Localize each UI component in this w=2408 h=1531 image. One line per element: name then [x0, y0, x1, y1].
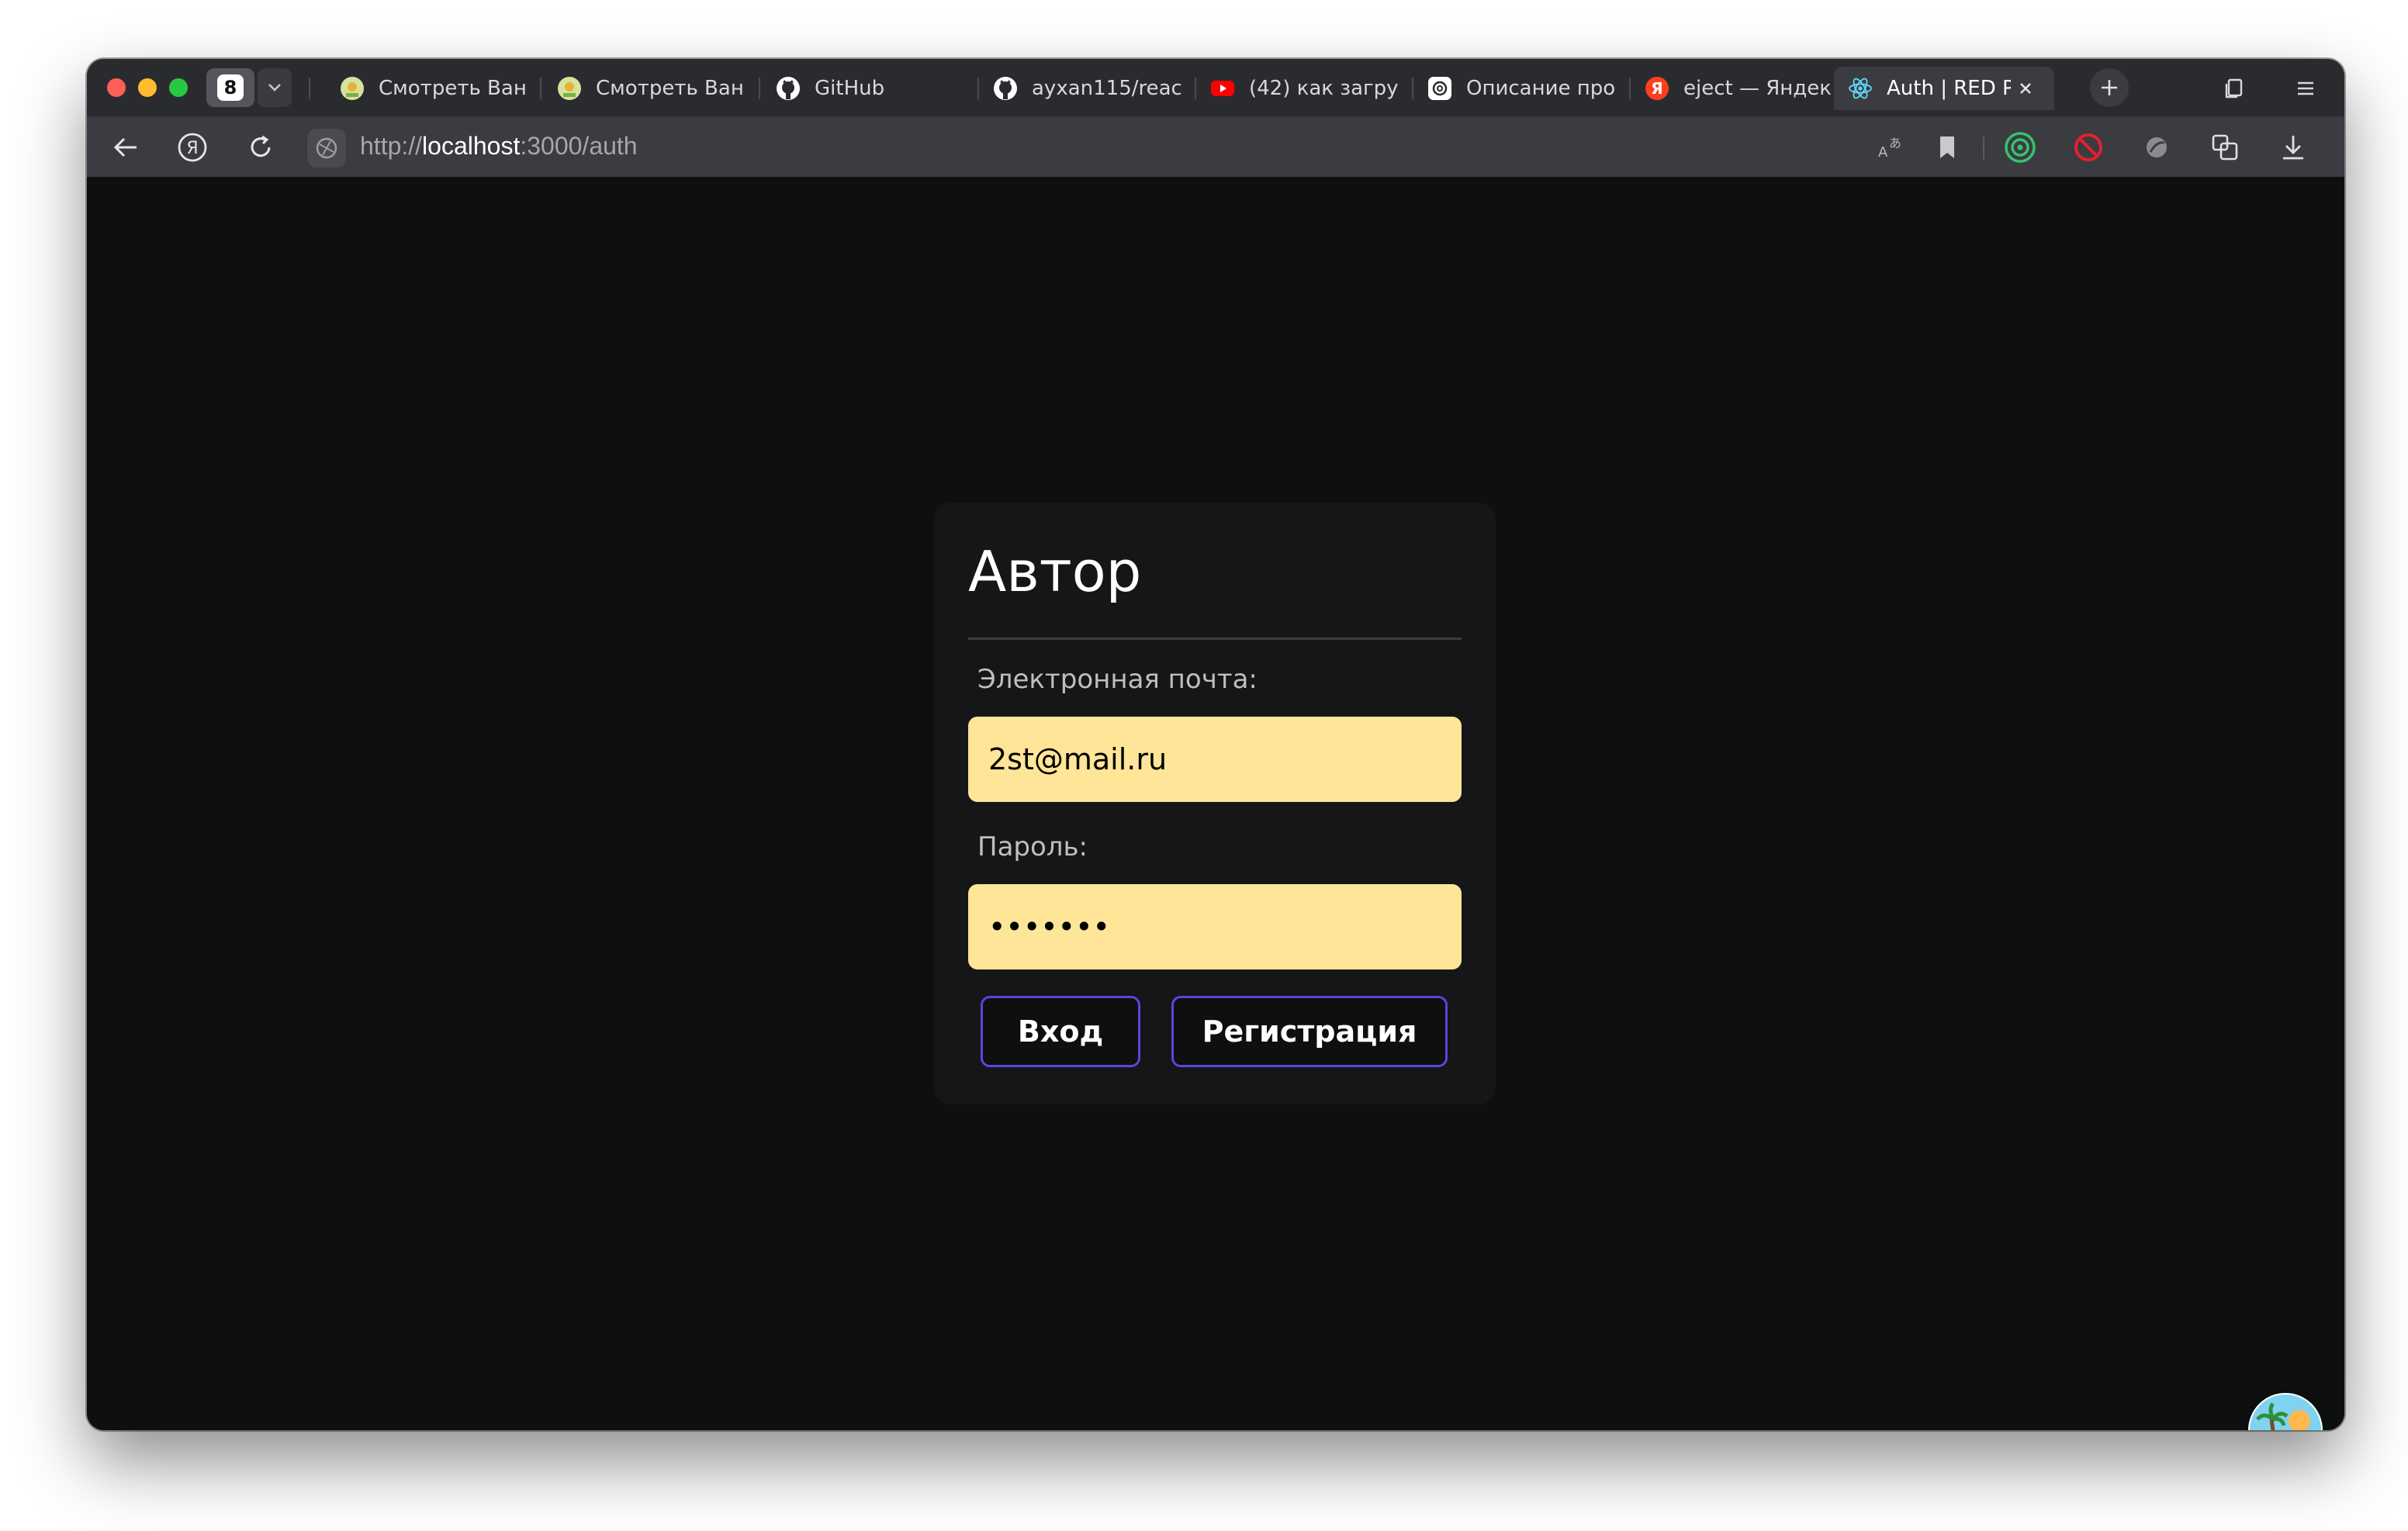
tab-title: Описание про: [1466, 77, 1615, 100]
download-icon: [2283, 136, 2303, 160]
zoom-window-button[interactable]: [169, 78, 188, 97]
screenshot-icon: [2212, 134, 2238, 161]
svg-text:A: A: [1878, 144, 1888, 161]
page-content: Автор Электронная почта: Пароль: Вход Ре…: [87, 177, 2344, 1430]
github-icon: [776, 76, 801, 101]
yandex-icon: Я: [1645, 76, 1669, 101]
tab-title: ayxan115/react: [1032, 77, 1181, 100]
title-divider: [968, 638, 1462, 640]
reload-button[interactable]: [242, 129, 279, 166]
react-icon: [1848, 76, 1873, 101]
extension-green-button[interactable]: [2001, 129, 2039, 166]
tab-title: eject — Яндекс: [1683, 77, 1832, 100]
tab-3[interactable]: GitHub: [748, 67, 964, 110]
adblock-button[interactable]: [2070, 129, 2107, 166]
email-field[interactable]: [968, 717, 1462, 802]
translate-icon: A あ: [1878, 136, 1901, 161]
yandex-home-button[interactable]: Я: [174, 129, 211, 166]
tab-4[interactable]: ayxan115/react: [965, 67, 1181, 110]
target-extension-icon: [2005, 132, 2036, 163]
address-bar: Я http://localhost:3000/auth A あ: [87, 116, 2344, 177]
new-tab-button[interactable]: [2090, 68, 2129, 107]
tab-count-button[interactable]: 8: [206, 68, 254, 107]
tab-7[interactable]: Я eject — Яндекс: [1617, 67, 1832, 110]
yandex-logo-icon: Я: [178, 133, 207, 162]
bookmark-icon: [1940, 137, 1954, 158]
close-tab-icon[interactable]: [2019, 81, 2033, 95]
tab-title: Смотреть Ван: [596, 77, 744, 100]
url-scheme: http://: [360, 132, 423, 160]
svg-text:Я: Я: [1651, 79, 1662, 98]
tab-count: 8: [217, 74, 244, 101]
password-label: Пароль:: [977, 831, 1088, 862]
tab-6[interactable]: Описание про: [1399, 67, 1615, 110]
tab-title: (42) как загру:: [1249, 77, 1398, 100]
minimize-window-button[interactable]: [138, 78, 157, 97]
tab-strip: 8 Смотреть Ван Смотреть Ван GitHub ayxan…: [87, 59, 2344, 116]
tab-title: Смотреть Ван: [379, 77, 527, 100]
openai-icon: [1427, 76, 1452, 101]
svg-text:あ: あ: [1889, 136, 1901, 150]
hamburger-menu-icon: [2298, 81, 2313, 95]
youtube-icon: [1210, 76, 1235, 101]
password-field[interactable]: [968, 884, 1462, 969]
tab-separator: [309, 78, 310, 99]
back-button[interactable]: [107, 130, 144, 164]
svg-text:Я: Я: [186, 139, 198, 158]
reload-icon: [251, 135, 271, 157]
tab-title: Auth | RED P: [1887, 77, 2011, 100]
globe-icon: [316, 137, 337, 159]
toolbar-separator: [1983, 137, 1984, 160]
tab-list-dropdown[interactable]: [258, 68, 292, 107]
auth-title: Автор: [968, 539, 1142, 604]
downloads-button[interactable]: [2275, 129, 2312, 166]
register-button[interactable]: Регистрация: [1171, 996, 1448, 1067]
island-avatar-icon: [2248, 1393, 2323, 1430]
extension-gray-button[interactable]: [2140, 130, 2174, 164]
close-window-button[interactable]: [107, 78, 126, 97]
tab-2[interactable]: Смотреть Ван: [529, 67, 745, 110]
url-path: :3000/auth: [520, 132, 638, 160]
browser-window: 8 Смотреть Ван Смотреть Ван GitHub ayxan…: [87, 59, 2344, 1430]
collections-icon: [2225, 78, 2243, 98]
block-icon: [2074, 133, 2102, 161]
login-button[interactable]: Вход: [981, 996, 1140, 1067]
github-icon: [993, 76, 1018, 101]
translate-button[interactable]: A あ: [1873, 130, 1907, 164]
sunflower-favicon: [340, 76, 365, 101]
menu-button[interactable]: [2290, 73, 2321, 104]
plus-icon: [2102, 80, 2117, 95]
chevron-down-icon: [268, 84, 281, 92]
sunflower-favicon: [557, 76, 582, 101]
url-field[interactable]: http://localhost:3000/auth: [360, 132, 638, 161]
screenshot-button[interactable]: [2206, 129, 2244, 166]
bookmark-button[interactable]: [1932, 130, 1963, 164]
leaf-extension-icon: [2147, 137, 2167, 157]
tab-title: GitHub: [815, 77, 885, 100]
tab-5[interactable]: (42) как загру:: [1182, 67, 1398, 110]
auth-card: Автор Электронная почта: Пароль: Вход Ре…: [934, 503, 1496, 1104]
site-info-button[interactable]: [307, 129, 346, 168]
tab-8-active[interactable]: Auth | RED P: [1834, 67, 2054, 110]
url-host: localhost: [422, 132, 521, 160]
arrow-left-icon: [113, 137, 137, 157]
tab-1[interactable]: Смотреть Ван: [312, 67, 528, 110]
floating-avatar-button[interactable]: [2248, 1393, 2323, 1430]
email-label: Электронная почта:: [977, 664, 1258, 695]
collections-button[interactable]: [2219, 73, 2250, 104]
